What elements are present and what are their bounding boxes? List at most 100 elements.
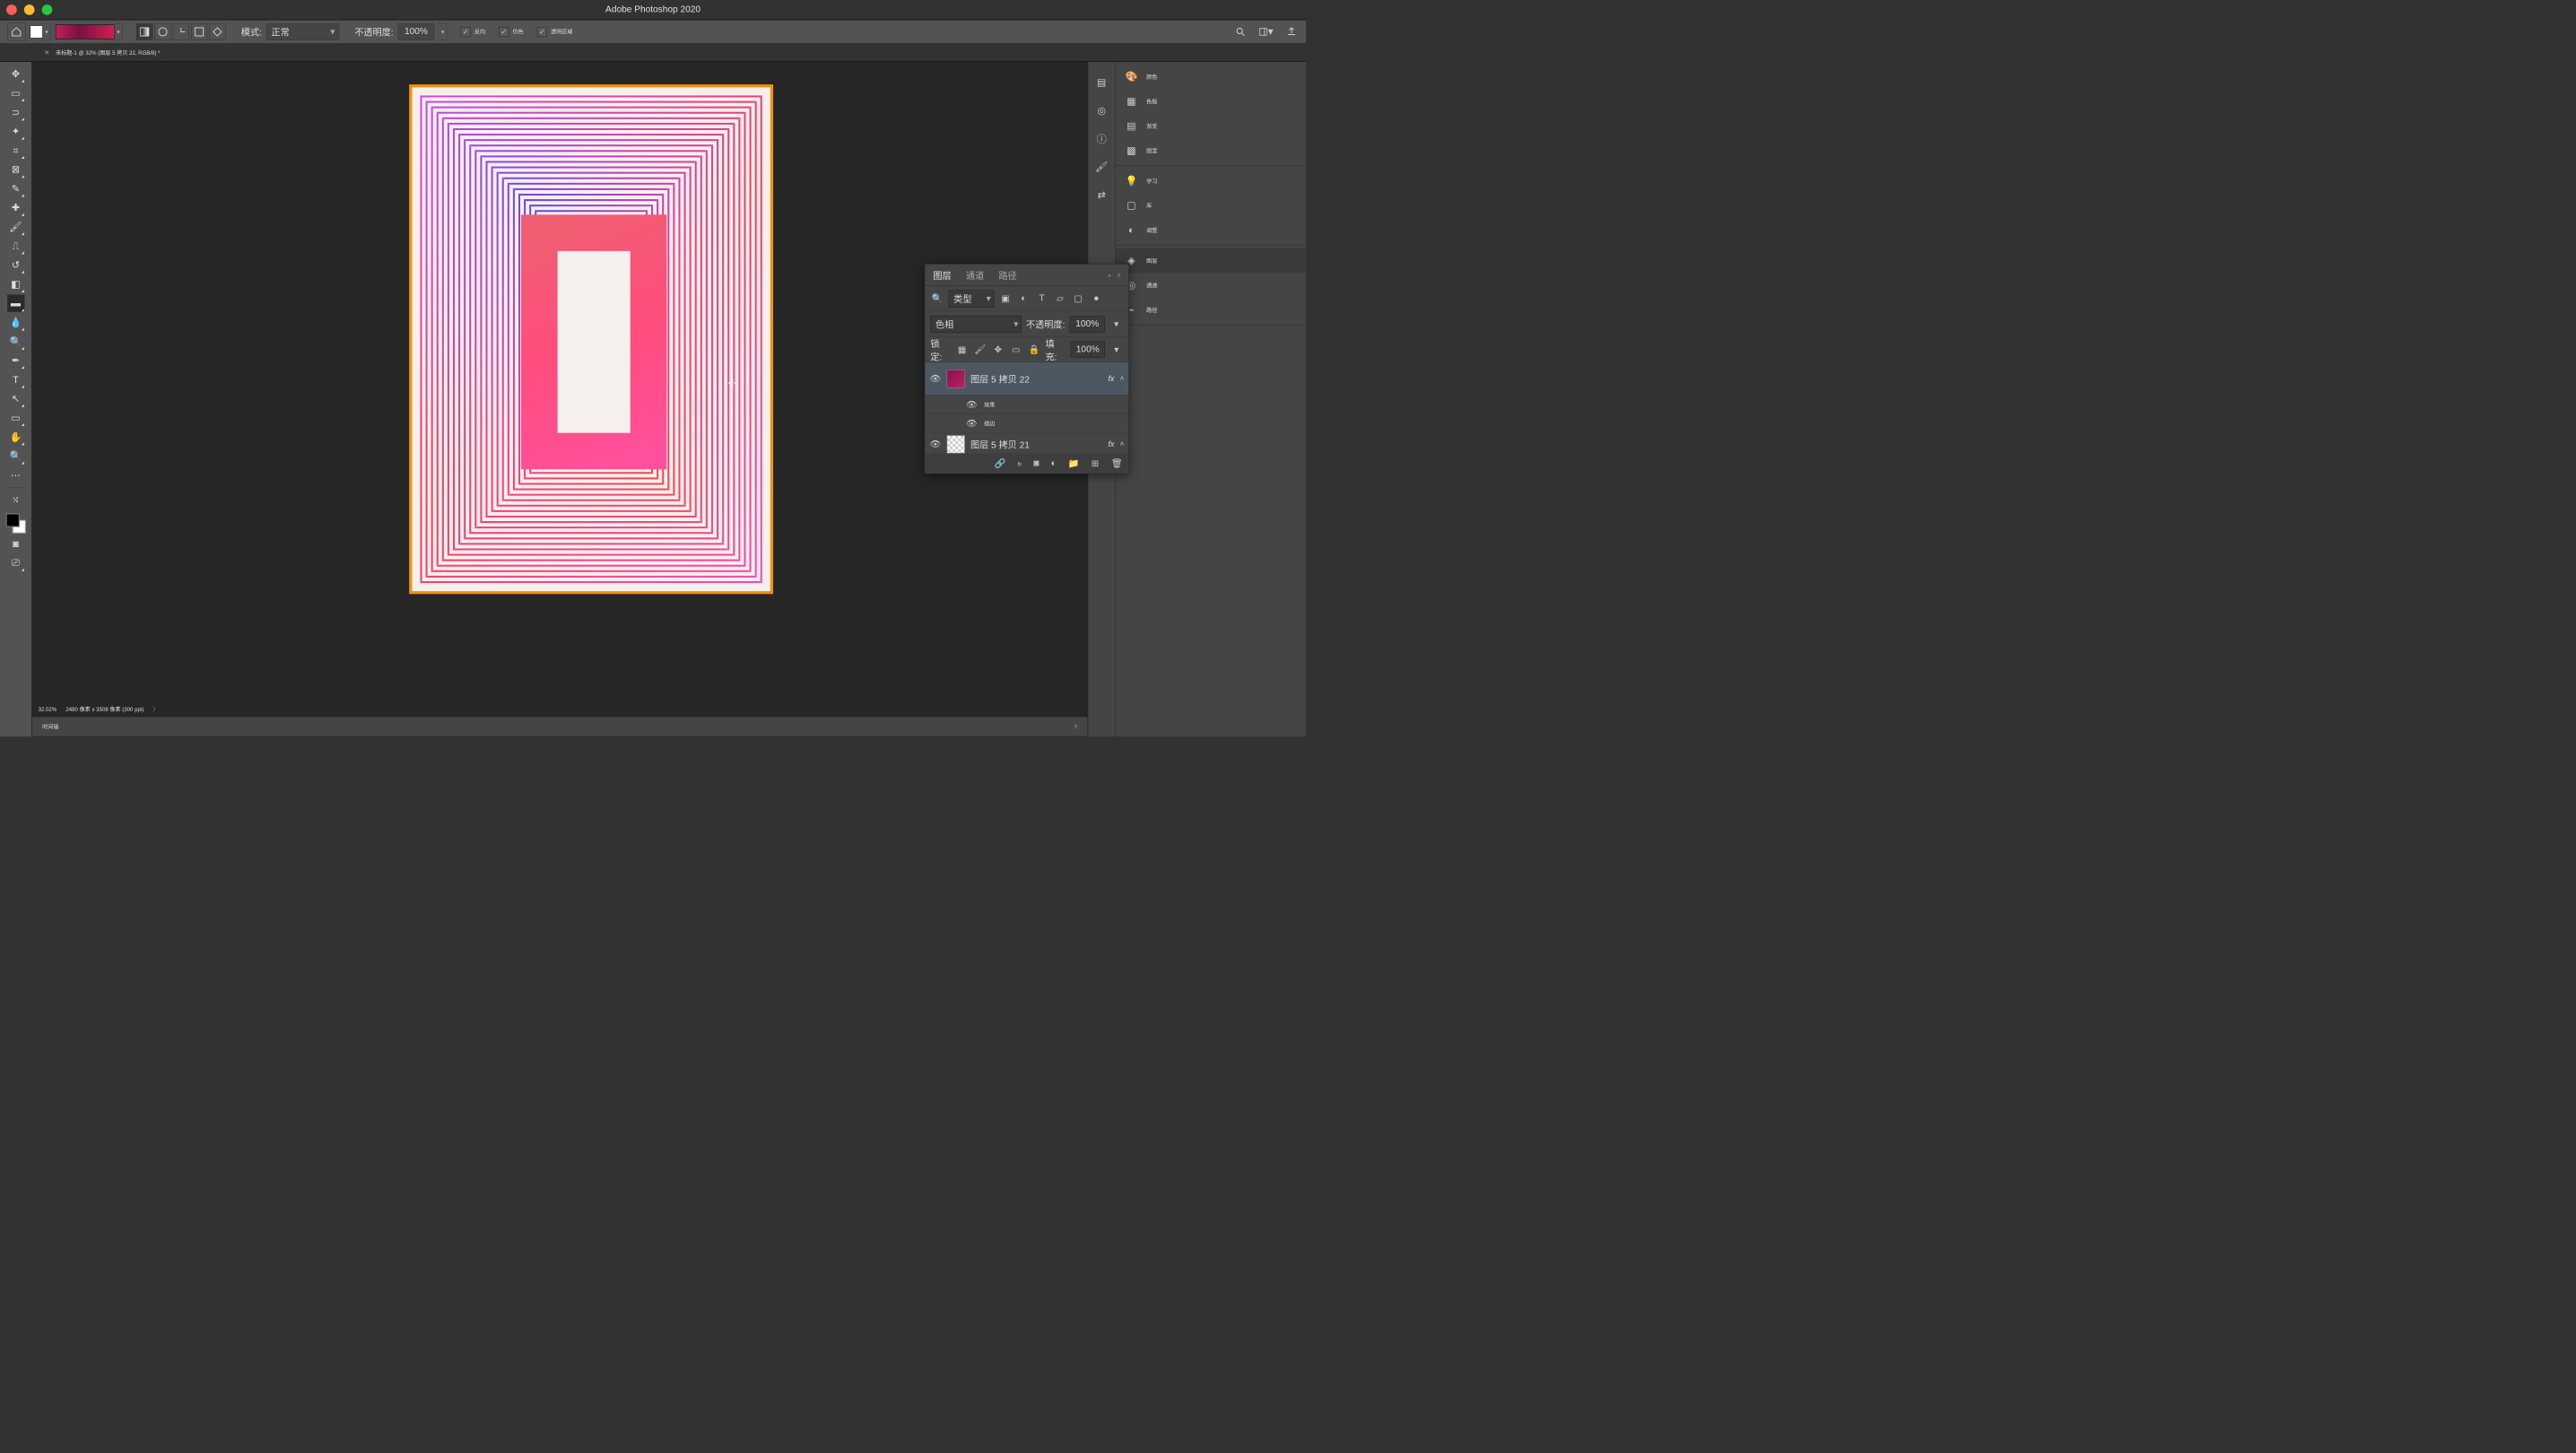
- fill-input[interactable]: 100%: [1070, 342, 1105, 358]
- screen-mode-button[interactable]: ⎚: [7, 554, 24, 571]
- adjustment-layer-icon[interactable]: ◐: [1051, 458, 1057, 469]
- properties-panel-icon[interactable]: ◎: [1094, 103, 1110, 118]
- frame-tool[interactable]: ⊠: [7, 161, 24, 178]
- brush-tool[interactable]: 🖌: [7, 218, 24, 235]
- edit-toolbar-button[interactable]: ⋯: [7, 466, 24, 483]
- layer-name[interactable]: 图层 5 拷贝 22: [970, 372, 1102, 386]
- close-window-icon[interactable]: [6, 4, 17, 15]
- layers-panel-tab[interactable]: ◈图层: [1116, 248, 1306, 273]
- blur-tool[interactable]: 💧: [7, 314, 24, 331]
- gradient-tool[interactable]: ▬: [7, 295, 24, 312]
- filter-search-icon[interactable]: 🔍: [930, 291, 944, 305]
- info-panel-icon[interactable]: ⓘ: [1094, 131, 1110, 146]
- layer-thumbnail[interactable]: [947, 435, 965, 453]
- document-tab[interactable]: × 未标题-1 @ 32% (图层 5 拷贝 22, RGB/8) *: [37, 44, 169, 61]
- swatches-panel-tab[interactable]: ▦色板: [1116, 89, 1306, 113]
- healing-brush-tool[interactable]: ✚: [7, 199, 24, 216]
- learn-panel-tab[interactable]: 💡学习: [1116, 169, 1306, 193]
- brushes-panel-icon[interactable]: 🖌: [1094, 159, 1110, 174]
- reverse-checkbox[interactable]: ✓反向: [461, 27, 485, 37]
- home-button[interactable]: [7, 22, 25, 40]
- document-dimensions[interactable]: 2480 像素 x 3508 像素 (300 ppi): [65, 705, 144, 713]
- layer-mask-icon[interactable]: ◙: [1033, 458, 1039, 469]
- fx-badge[interactable]: fx: [1108, 374, 1114, 384]
- layer-opacity-input[interactable]: 100%: [1069, 316, 1105, 332]
- timeline-panel-tab[interactable]: 时间轴 ≡: [31, 717, 1087, 736]
- new-layer-icon[interactable]: ⊞: [1092, 457, 1100, 469]
- color-panel-tab[interactable]: 🎨颜色: [1116, 65, 1306, 89]
- filter-type-icon[interactable]: T: [1035, 291, 1049, 305]
- channels-tab[interactable]: 通道: [966, 265, 984, 284]
- opacity-chevron-icon[interactable]: ▾: [1110, 318, 1123, 331]
- gradients-panel-tab[interactable]: ▤渐变: [1116, 114, 1306, 138]
- timeline-menu-icon[interactable]: ≡: [1075, 724, 1078, 730]
- history-brush-tool[interactable]: ↺: [7, 257, 24, 274]
- type-tool[interactable]: T: [7, 371, 24, 388]
- history-panel-icon[interactable]: ▤: [1094, 74, 1110, 90]
- dither-checkbox[interactable]: ✓仿色: [499, 27, 523, 37]
- crop-tool[interactable]: ⌗: [7, 142, 24, 159]
- lasso-tool[interactable]: ⊃: [7, 104, 24, 121]
- layers-tab[interactable]: 图层: [933, 265, 951, 284]
- search-button[interactable]: [1233, 24, 1248, 39]
- opacity-dropdown[interactable]: ▾: [439, 23, 447, 39]
- magic-wand-tool[interactable]: ✦: [7, 123, 24, 140]
- lock-artboard-icon[interactable]: ▭: [1009, 343, 1023, 356]
- path-select-tool[interactable]: ↖: [7, 390, 24, 407]
- visibility-toggle-icon[interactable]: 👁: [929, 373, 941, 385]
- gradient-preview-dropdown[interactable]: ▾: [56, 23, 123, 39]
- paths-tab[interactable]: 路径: [998, 265, 1016, 284]
- hand-tool[interactable]: ✋: [7, 429, 24, 446]
- effects-visibility-icon[interactable]: 👁: [966, 399, 978, 411]
- gradient-diamond-button[interactable]: [209, 23, 225, 39]
- pen-tool[interactable]: ✒: [7, 352, 24, 369]
- stroke-visibility-icon[interactable]: 👁: [966, 418, 978, 430]
- rectangle-tool[interactable]: ▭: [7, 409, 24, 426]
- blend-mode-select[interactable]: 色相: [930, 316, 1022, 333]
- status-arrow-icon[interactable]: 〉: [152, 705, 158, 713]
- effects-row[interactable]: 👁 效果: [925, 396, 1128, 414]
- maximize-window-icon[interactable]: [42, 4, 53, 15]
- gradient-radial-button[interactable]: [154, 23, 170, 39]
- delete-layer-icon[interactable]: 🗑: [1110, 457, 1122, 469]
- patterns-panel-tab[interactable]: ▩图案: [1116, 138, 1306, 162]
- layer-style-icon[interactable]: fx: [1017, 458, 1022, 469]
- swap-colors-icon[interactable]: ⤭: [7, 492, 24, 509]
- filter-smart-icon[interactable]: ▢: [1071, 291, 1084, 305]
- close-tab-icon[interactable]: ×: [45, 48, 49, 57]
- lock-transparent-icon[interactable]: ▦: [955, 343, 969, 356]
- brush-settings-panel-icon[interactable]: ⇄: [1094, 187, 1110, 203]
- paths-panel-tab[interactable]: ⌁路径: [1116, 298, 1306, 322]
- fx-badge[interactable]: fx: [1108, 439, 1114, 449]
- link-layers-icon[interactable]: 🔗: [995, 457, 1006, 469]
- opacity-input[interactable]: 100%: [398, 23, 435, 39]
- filter-shape-icon[interactable]: ▱: [1053, 291, 1066, 305]
- filter-toggle-icon[interactable]: ●: [1090, 291, 1103, 305]
- panel-menu-icon[interactable]: ≡: [1118, 272, 1121, 278]
- filter-pixel-icon[interactable]: ▣: [998, 291, 1012, 305]
- filter-kind-select[interactable]: 类型: [949, 290, 995, 307]
- lock-all-icon[interactable]: 🔒: [1027, 343, 1040, 356]
- transparency-checkbox[interactable]: ✓透明区域: [537, 27, 573, 37]
- adjustments-panel-tab[interactable]: ◐调整: [1116, 218, 1306, 242]
- minimize-window-icon[interactable]: [24, 4, 35, 15]
- move-tool[interactable]: ✥: [7, 65, 24, 83]
- channels-panel-tab[interactable]: ◎通道: [1116, 273, 1306, 297]
- quick-mask-button[interactable]: ◙: [7, 535, 24, 552]
- eyedropper-tool[interactable]: ✎: [7, 180, 24, 197]
- dodge-tool[interactable]: 🔍: [7, 333, 24, 350]
- document-canvas[interactable]: [409, 84, 773, 594]
- zoom-level[interactable]: 32.02%: [39, 706, 57, 712]
- layers-panel[interactable]: 图层 通道 路径 »≡ 🔍 类型 ▣ ◐ T ▱ ▢ ● 色相 不透明度: 10…: [925, 264, 1129, 474]
- layer-name[interactable]: 图层 5 拷贝 21: [970, 438, 1102, 451]
- gradient-reflected-button[interactable]: [191, 23, 207, 39]
- share-button[interactable]: [1284, 24, 1299, 39]
- foreground-background-colors[interactable]: [5, 513, 25, 533]
- visibility-toggle-icon[interactable]: 👁: [929, 439, 941, 450]
- expand-fx-icon[interactable]: ˄: [1120, 440, 1125, 448]
- marquee-tool[interactable]: ▭: [7, 84, 24, 101]
- expand-fx-icon[interactable]: ˄: [1120, 375, 1125, 383]
- lock-position-icon[interactable]: ✥: [991, 343, 1005, 356]
- layer-row[interactable]: 👁 图层 5 拷贝 22 fx ˄: [925, 362, 1128, 396]
- collapse-panel-icon[interactable]: »: [1108, 272, 1110, 278]
